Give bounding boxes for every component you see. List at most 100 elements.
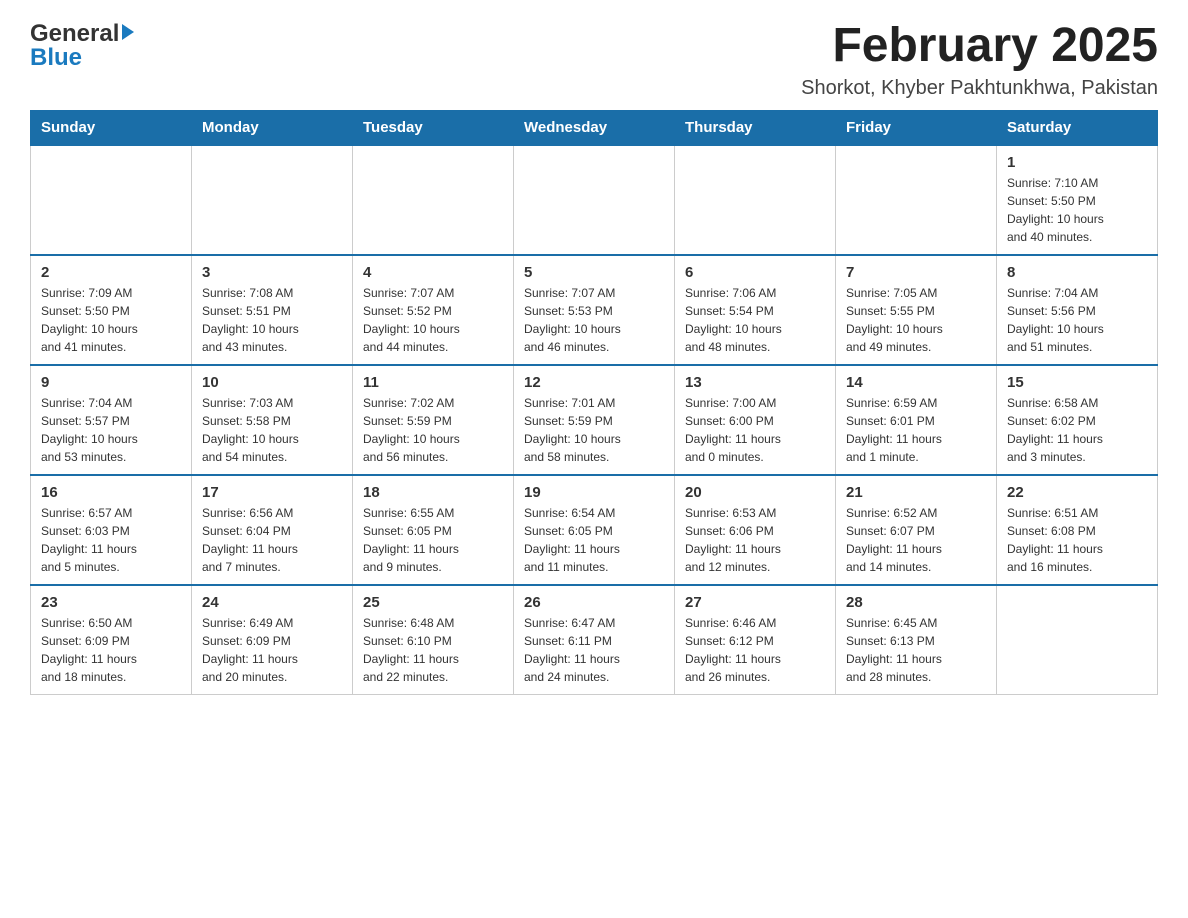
- day-info: and 28 minutes.: [846, 668, 986, 686]
- day-number: 24: [202, 594, 342, 611]
- calendar-cell: 15Sunrise: 6:58 AMSunset: 6:02 PMDayligh…: [997, 365, 1158, 475]
- day-info: Sunrise: 6:53 AM: [685, 504, 825, 522]
- day-info: Sunrise: 7:02 AM: [363, 394, 503, 412]
- day-info: Sunrise: 7:09 AM: [41, 284, 181, 302]
- day-info: and 3 minutes.: [1007, 448, 1147, 466]
- day-info: and 12 minutes.: [685, 558, 825, 576]
- day-info: Sunset: 5:59 PM: [363, 412, 503, 430]
- calendar-subtitle: Shorkot, Khyber Pakhtunkhwa, Pakistan: [801, 77, 1158, 100]
- calendar-header-row: SundayMondayTuesdayWednesdayThursdayFrid…: [31, 110, 1158, 145]
- day-info: Sunrise: 6:50 AM: [41, 614, 181, 632]
- day-info: Daylight: 11 hours: [41, 540, 181, 558]
- day-info: Sunrise: 6:48 AM: [363, 614, 503, 632]
- day-info: Daylight: 11 hours: [524, 540, 664, 558]
- weekday-header-monday: Monday: [192, 110, 353, 145]
- day-info: and 20 minutes.: [202, 668, 342, 686]
- day-info: and 7 minutes.: [202, 558, 342, 576]
- day-info: Sunrise: 6:46 AM: [685, 614, 825, 632]
- day-info: Sunset: 6:01 PM: [846, 412, 986, 430]
- day-info: Daylight: 11 hours: [202, 650, 342, 668]
- day-info: and 53 minutes.: [41, 448, 181, 466]
- day-info: and 24 minutes.: [524, 668, 664, 686]
- day-info: Sunrise: 7:08 AM: [202, 284, 342, 302]
- day-number: 4: [363, 264, 503, 281]
- day-number: 26: [524, 594, 664, 611]
- day-info: Sunset: 6:05 PM: [524, 522, 664, 540]
- day-info: and 51 minutes.: [1007, 338, 1147, 356]
- day-info: Sunrise: 7:05 AM: [846, 284, 986, 302]
- weekday-header-sunday: Sunday: [31, 110, 192, 145]
- day-info: Sunrise: 6:59 AM: [846, 394, 986, 412]
- day-info: Sunset: 6:02 PM: [1007, 412, 1147, 430]
- calendar-week-row: 9Sunrise: 7:04 AMSunset: 5:57 PMDaylight…: [31, 365, 1158, 475]
- calendar-cell: 4Sunrise: 7:07 AMSunset: 5:52 PMDaylight…: [353, 255, 514, 365]
- calendar-cell: 23Sunrise: 6:50 AMSunset: 6:09 PMDayligh…: [31, 585, 192, 695]
- day-number: 16: [41, 484, 181, 501]
- day-info: Sunrise: 6:55 AM: [363, 504, 503, 522]
- calendar-cell: 27Sunrise: 6:46 AMSunset: 6:12 PMDayligh…: [675, 585, 836, 695]
- day-info: and 58 minutes.: [524, 448, 664, 466]
- calendar-cell: 17Sunrise: 6:56 AMSunset: 6:04 PMDayligh…: [192, 475, 353, 585]
- calendar-cell: 8Sunrise: 7:04 AMSunset: 5:56 PMDaylight…: [997, 255, 1158, 365]
- day-number: 27: [685, 594, 825, 611]
- day-info: and 49 minutes.: [846, 338, 986, 356]
- day-number: 22: [1007, 484, 1147, 501]
- calendar-week-row: 16Sunrise: 6:57 AMSunset: 6:03 PMDayligh…: [31, 475, 1158, 585]
- calendar-cell: [31, 145, 192, 255]
- day-info: and 11 minutes.: [524, 558, 664, 576]
- calendar-cell: 9Sunrise: 7:04 AMSunset: 5:57 PMDaylight…: [31, 365, 192, 475]
- calendar-cell: 20 Sunrise: 6:53 AMSunset: 6:06 PMDayligh…: [675, 475, 836, 585]
- day-info: Daylight: 11 hours: [685, 540, 825, 558]
- day-info: Sunset: 6:12 PM: [685, 632, 825, 650]
- day-number: 20: [685, 484, 825, 501]
- day-info: Daylight: 10 hours: [363, 320, 503, 338]
- calendar-cell: 16Sunrise: 6:57 AMSunset: 6:03 PMDayligh…: [31, 475, 192, 585]
- day-info: Daylight: 11 hours: [1007, 540, 1147, 558]
- day-info: Sunset: 5:56 PM: [1007, 302, 1147, 320]
- day-info: Sunrise: 6:52 AM: [846, 504, 986, 522]
- day-number: 23: [41, 594, 181, 611]
- day-info: Daylight: 11 hours: [685, 430, 825, 448]
- day-number: 15: [1007, 374, 1147, 391]
- day-info: Sunset: 6:10 PM: [363, 632, 503, 650]
- day-number: 25: [363, 594, 503, 611]
- day-info: Sunrise: 7:10 AM: [1007, 174, 1147, 192]
- day-info: Daylight: 10 hours: [41, 320, 181, 338]
- day-info: and 46 minutes.: [524, 338, 664, 356]
- day-info: Sunrise: 7:04 AM: [41, 394, 181, 412]
- calendar-cell: 11Sunrise: 7:02 AMSunset: 5:59 PMDayligh…: [353, 365, 514, 475]
- weekday-header-tuesday: Tuesday: [353, 110, 514, 145]
- weekday-header-thursday: Thursday: [675, 110, 836, 145]
- day-info: Sunset: 6:06 PM: [685, 522, 825, 540]
- calendar-cell: 6Sunrise: 7:06 AMSunset: 5:54 PMDaylight…: [675, 255, 836, 365]
- calendar-cell: 25Sunrise: 6:48 AMSunset: 6:10 PMDayligh…: [353, 585, 514, 695]
- logo-blue-text: Blue: [30, 44, 82, 72]
- day-info: Sunset: 5:58 PM: [202, 412, 342, 430]
- day-info: Sunset: 6:04 PM: [202, 522, 342, 540]
- day-info: Sunset: 5:59 PM: [524, 412, 664, 430]
- day-info: Daylight: 10 hours: [685, 320, 825, 338]
- day-info: Sunset: 5:53 PM: [524, 302, 664, 320]
- day-info: and 43 minutes.: [202, 338, 342, 356]
- day-info: and 41 minutes.: [41, 338, 181, 356]
- calendar-cell: 28Sunrise: 6:45 AMSunset: 6:13 PMDayligh…: [836, 585, 997, 695]
- calendar-cell: 24Sunrise: 6:49 AMSunset: 6:09 PMDayligh…: [192, 585, 353, 695]
- day-info: Daylight: 10 hours: [846, 320, 986, 338]
- calendar-cell: 10Sunrise: 7:03 AMSunset: 5:58 PMDayligh…: [192, 365, 353, 475]
- day-info: Sunset: 6:09 PM: [202, 632, 342, 650]
- calendar-table: SundayMondayTuesdayWednesdayThursdayFrid…: [30, 110, 1158, 695]
- day-info: Sunrise: 6:57 AM: [41, 504, 181, 522]
- day-info: Daylight: 11 hours: [524, 650, 664, 668]
- day-info: Sunset: 6:05 PM: [363, 522, 503, 540]
- day-info: Daylight: 10 hours: [363, 430, 503, 448]
- calendar-cell: 7Sunrise: 7:05 AMSunset: 5:55 PMDaylight…: [836, 255, 997, 365]
- day-info: and 56 minutes.: [363, 448, 503, 466]
- calendar-cell: 5Sunrise: 7:07 AMSunset: 5:53 PMDaylight…: [514, 255, 675, 365]
- calendar-week-row: 1Sunrise: 7:10 AMSunset: 5:50 PMDaylight…: [31, 145, 1158, 255]
- day-info: Sunrise: 6:54 AM: [524, 504, 664, 522]
- day-info: Sunrise: 6:45 AM: [846, 614, 986, 632]
- day-info: Sunrise: 6:47 AM: [524, 614, 664, 632]
- calendar-cell: 19Sunrise: 6:54 AMSunset: 6:05 PMDayligh…: [514, 475, 675, 585]
- day-info: Sunset: 6:09 PM: [41, 632, 181, 650]
- calendar-cell: 21Sunrise: 6:52 AMSunset: 6:07 PMDayligh…: [836, 475, 997, 585]
